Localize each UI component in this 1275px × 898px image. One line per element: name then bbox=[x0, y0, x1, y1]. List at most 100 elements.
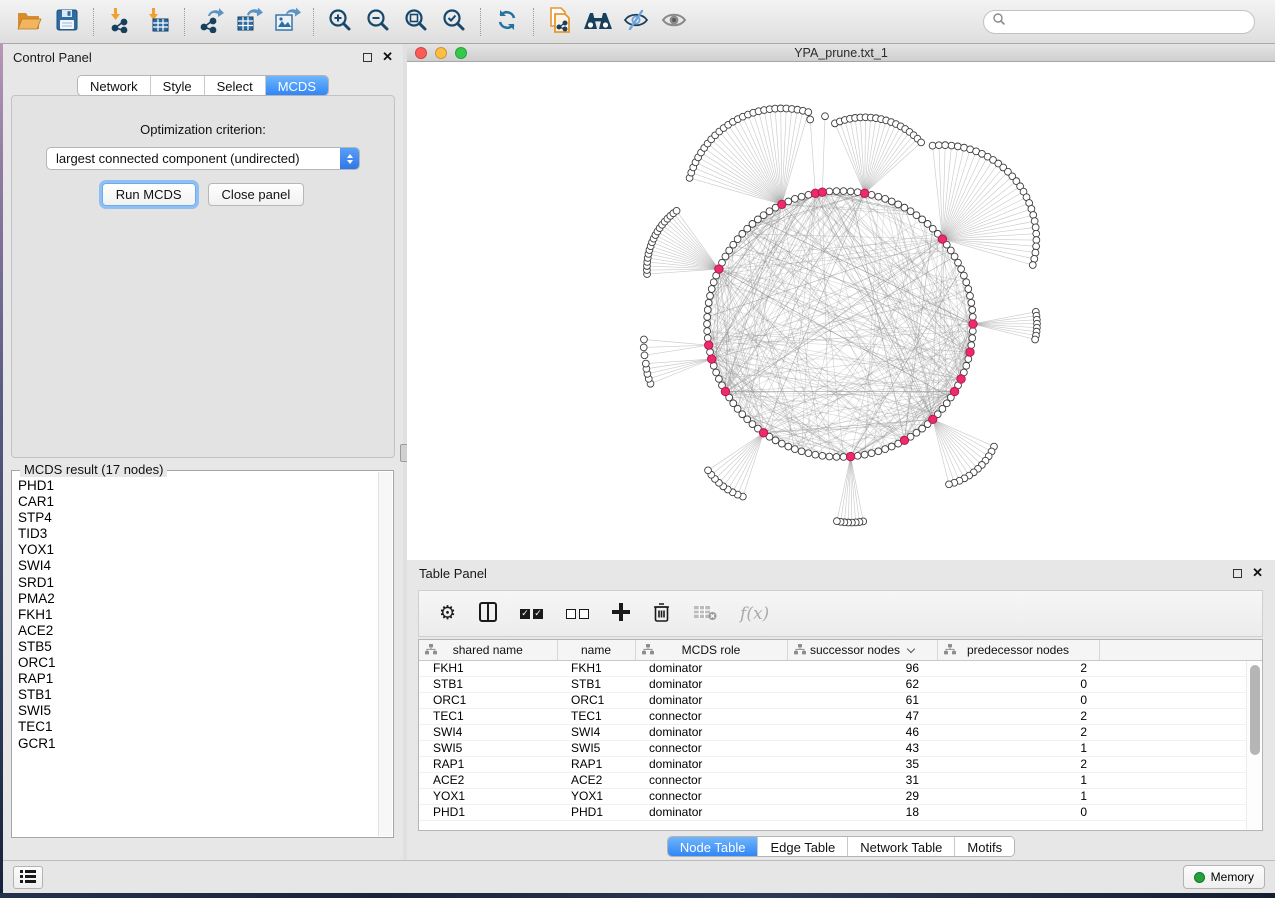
table-cell[interactable]: 96 bbox=[787, 660, 937, 676]
table-row[interactable]: ACE2ACE2connector311 bbox=[419, 772, 1262, 788]
save-button[interactable] bbox=[48, 5, 86, 39]
table-cell[interactable]: FKH1 bbox=[557, 660, 635, 676]
table-cell[interactable]: RAP1 bbox=[419, 756, 557, 772]
network-node[interactable] bbox=[1031, 218, 1038, 225]
network-node[interactable] bbox=[826, 453, 833, 460]
table-cell[interactable]: 1 bbox=[937, 740, 1099, 756]
hide-selected-button[interactable] bbox=[617, 5, 655, 39]
mcds-hub-node[interactable] bbox=[966, 348, 974, 356]
network-node[interactable] bbox=[968, 299, 975, 306]
mcds-node[interactable]: TID3 bbox=[18, 526, 377, 542]
table-cell[interactable]: SWI5 bbox=[419, 740, 557, 756]
table-cell[interactable]: YOX1 bbox=[419, 788, 557, 804]
clone-network-button[interactable] bbox=[541, 5, 579, 39]
table-cell[interactable]: TEC1 bbox=[419, 708, 557, 724]
delete-column-button[interactable] bbox=[653, 602, 670, 625]
network-node[interactable] bbox=[642, 360, 649, 367]
tab-select[interactable]: Select bbox=[204, 76, 265, 95]
network-node[interactable] bbox=[840, 454, 847, 461]
table-cell[interactable]: connector bbox=[635, 788, 787, 804]
table-cell[interactable]: TEC1 bbox=[557, 708, 635, 724]
network-node[interactable] bbox=[805, 450, 812, 457]
import-network-button[interactable] bbox=[101, 5, 139, 39]
close-panel-icon[interactable]: ✕ bbox=[382, 49, 393, 65]
network-node[interactable] bbox=[819, 452, 826, 459]
table-cell[interactable]: 2 bbox=[937, 756, 1099, 772]
delete-table-button[interactable] bbox=[693, 603, 717, 624]
mcds-result-list[interactable]: PHD1CAR1STP4TID3YOX1SWI4SRD1PMA2FKH1ACE2… bbox=[14, 472, 377, 836]
table-cell[interactable]: connector bbox=[635, 772, 787, 788]
network-node[interactable] bbox=[791, 195, 798, 202]
mcds-hub-node[interactable] bbox=[900, 436, 908, 444]
network-node[interactable] bbox=[704, 314, 711, 321]
network-node[interactable] bbox=[707, 292, 714, 299]
network-node[interactable] bbox=[951, 253, 958, 260]
tab-network-table[interactable]: Network Table bbox=[847, 837, 954, 856]
table-cell[interactable]: 2 bbox=[937, 708, 1099, 724]
network-node[interactable] bbox=[791, 446, 798, 453]
tab-edge-table[interactable]: Edge Table bbox=[757, 837, 847, 856]
refresh-button[interactable] bbox=[488, 5, 526, 39]
mcds-node[interactable]: TEC1 bbox=[18, 719, 377, 735]
close-panel-button[interactable]: Close panel bbox=[208, 183, 305, 206]
network-node[interactable] bbox=[704, 335, 711, 342]
network-node[interactable] bbox=[942, 142, 949, 149]
network-node[interactable] bbox=[708, 286, 715, 293]
column-header[interactable]: name bbox=[557, 640, 635, 660]
table-cell[interactable]: 1 bbox=[937, 788, 1099, 804]
network-node[interactable] bbox=[969, 314, 976, 321]
table-cell[interactable]: 43 bbox=[787, 740, 937, 756]
add-column-button[interactable] bbox=[612, 603, 630, 624]
mcds-hub-node[interactable] bbox=[938, 235, 946, 243]
column-header[interactable]: predecessor nodes bbox=[937, 640, 1099, 660]
table-cell[interactable]: SWI4 bbox=[419, 724, 557, 740]
table-cell[interactable]: ORC1 bbox=[557, 692, 635, 708]
close-table-panel-icon[interactable]: ✕ bbox=[1252, 565, 1263, 581]
network-node[interactable] bbox=[882, 195, 889, 202]
mcds-hub-node[interactable] bbox=[969, 320, 977, 328]
network-node[interactable] bbox=[840, 188, 847, 195]
column-header[interactable]: successor nodes bbox=[787, 640, 937, 660]
zoom-fit-button[interactable] bbox=[397, 5, 435, 39]
mcds-hub-node[interactable] bbox=[860, 189, 868, 197]
network-node[interactable] bbox=[955, 259, 962, 266]
mcds-list-scrollbar[interactable] bbox=[378, 472, 392, 836]
export-network-button[interactable] bbox=[192, 5, 230, 39]
network-node[interactable] bbox=[722, 253, 729, 260]
table-cell[interactable]: 0 bbox=[937, 676, 1099, 692]
table-cell[interactable]: connector bbox=[635, 708, 787, 724]
network-graph[interactable] bbox=[407, 62, 1275, 560]
mcds-node[interactable]: PHD1 bbox=[18, 478, 377, 494]
network-node[interactable] bbox=[822, 113, 829, 120]
mcds-node[interactable]: SRD1 bbox=[18, 575, 377, 591]
table-cell[interactable]: dominator bbox=[635, 692, 787, 708]
search-box[interactable] bbox=[983, 10, 1255, 34]
mcds-node[interactable]: FKH1 bbox=[18, 607, 377, 623]
network-node[interactable] bbox=[807, 116, 814, 123]
network-node[interactable] bbox=[705, 467, 712, 474]
network-node[interactable] bbox=[918, 139, 925, 146]
table-row[interactable]: RAP1RAP1dominator352 bbox=[419, 756, 1262, 772]
table-cell[interactable]: dominator bbox=[635, 756, 787, 772]
zoom-out-button[interactable] bbox=[359, 5, 397, 39]
network-node[interactable] bbox=[929, 142, 936, 149]
table-cell[interactable]: dominator bbox=[635, 676, 787, 692]
network-node[interactable] bbox=[854, 452, 861, 459]
mcds-hub-node[interactable] bbox=[715, 265, 723, 273]
network-node[interactable] bbox=[965, 286, 972, 293]
table-cell[interactable]: 0 bbox=[937, 692, 1099, 708]
mcds-node[interactable]: CAR1 bbox=[18, 494, 377, 510]
mcds-hub-node[interactable] bbox=[721, 387, 729, 395]
table-cell[interactable]: RAP1 bbox=[557, 756, 635, 772]
table-cell[interactable]: 62 bbox=[787, 676, 937, 692]
network-node[interactable] bbox=[1032, 336, 1039, 343]
network-node[interactable] bbox=[875, 193, 882, 200]
table-row[interactable]: SWI4SWI4dominator462 bbox=[419, 724, 1262, 740]
mcds-node[interactable]: ACE2 bbox=[18, 623, 377, 639]
panel-list-button[interactable] bbox=[13, 866, 43, 889]
network-node[interactable] bbox=[833, 188, 840, 195]
network-node[interactable] bbox=[875, 448, 882, 455]
network-node[interactable] bbox=[882, 446, 889, 453]
network-node[interactable] bbox=[826, 188, 833, 195]
network-node[interactable] bbox=[854, 189, 861, 196]
